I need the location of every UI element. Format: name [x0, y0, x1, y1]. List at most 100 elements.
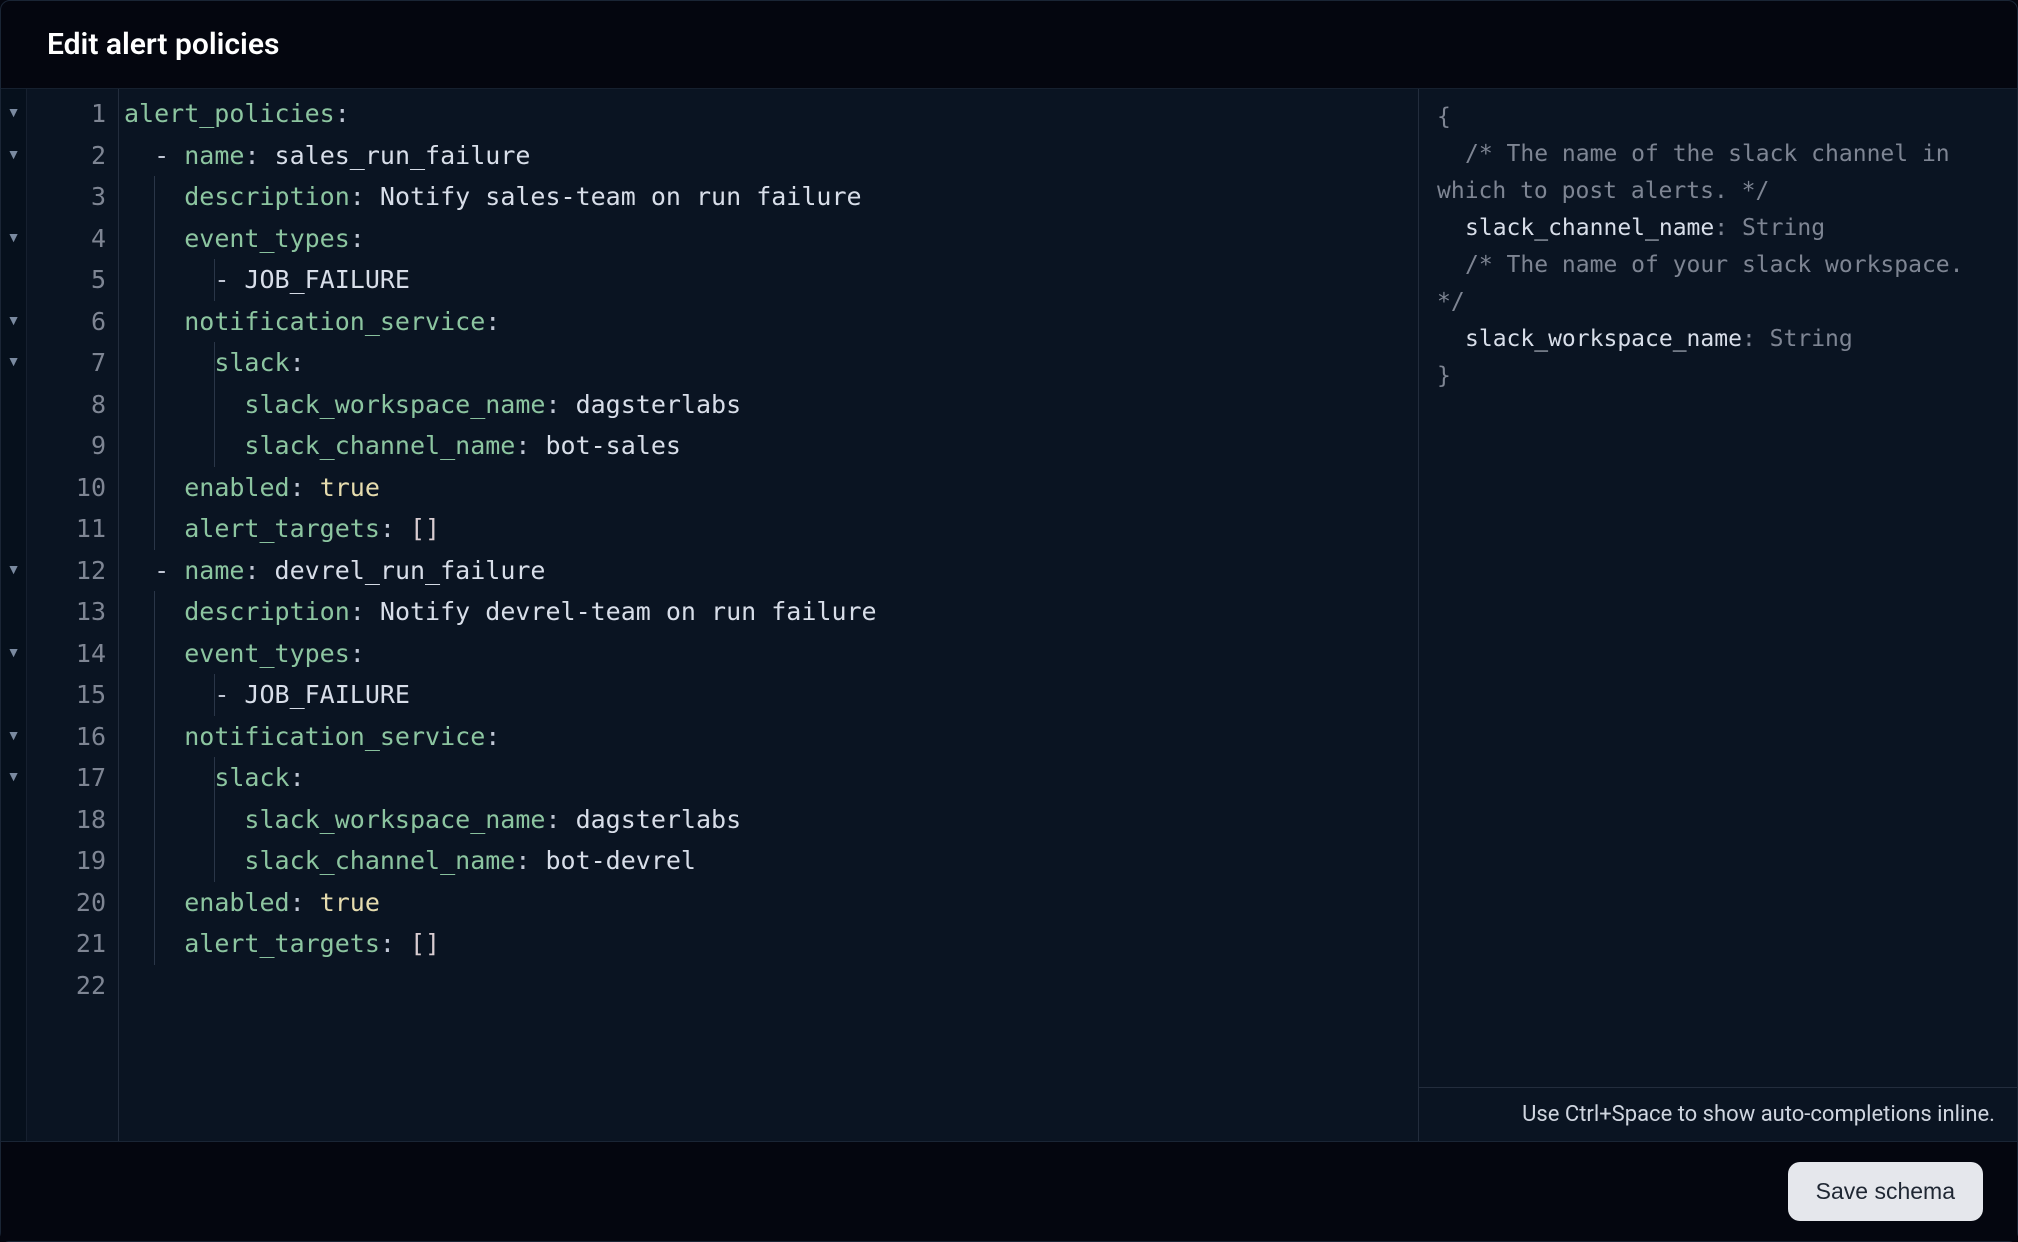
schema-comment: /* The name of the slack channel in whic… [1437, 141, 1964, 204]
indent-guide [154, 633, 155, 675]
code-line[interactable]: slack_channel_name: bot-devrel [119, 840, 1418, 882]
line-number: 18 [27, 799, 118, 841]
schema-body: { /* The name of the slack channel in wh… [1419, 89, 2017, 1087]
line-number: 7 [27, 342, 118, 384]
token-punc: : [515, 431, 545, 460]
footer: Save schema [1, 1141, 2017, 1241]
code-line[interactable]: - name: sales_run_failure [119, 135, 1418, 177]
schema-brace-open: { [1437, 104, 1451, 130]
code-line[interactable]: - JOB_FAILURE [119, 674, 1418, 716]
fold-toggle[interactable]: ▼ [1, 550, 26, 592]
fold-toggle [1, 425, 26, 467]
indent-guide [154, 508, 155, 550]
line-number: 16 [27, 716, 118, 758]
fold-toggle[interactable]: ▼ [1, 301, 26, 343]
token-key: alert_targets [184, 929, 380, 958]
line-number: 6 [27, 301, 118, 343]
fold-toggle[interactable]: ▼ [1, 757, 26, 799]
fold-toggle[interactable]: ▼ [1, 218, 26, 260]
code-line[interactable]: event_types: [119, 218, 1418, 260]
token-key: enabled [184, 888, 289, 917]
code-line[interactable]: notification_service: [119, 716, 1418, 758]
code-line[interactable]: alert_policies: [119, 93, 1418, 135]
line-number: 4 [27, 218, 118, 260]
code-line[interactable]: alert_targets: [] [119, 923, 1418, 965]
code-line[interactable]: - name: devrel_run_failure [119, 550, 1418, 592]
token-punc: : [290, 888, 320, 917]
app-root: Edit alert policies ▼▼▼▼▼▼▼▼▼ 1234567891… [0, 0, 2018, 1242]
fold-toggle [1, 965, 26, 1007]
line-number: 19 [27, 840, 118, 882]
fold-toggle[interactable]: ▼ [1, 716, 26, 758]
schema-type: String [1742, 215, 1825, 241]
code-line[interactable]: slack_channel_name: bot-sales [119, 425, 1418, 467]
token-str: dagsterlabs [576, 390, 742, 419]
token-punc: : [244, 556, 274, 585]
indent-guide [154, 342, 155, 384]
code-editor[interactable]: alert_policies: - name: sales_run_failur… [119, 89, 1418, 1141]
indent-guide [154, 384, 155, 426]
token-key: description [184, 182, 350, 211]
token-punc: : [380, 514, 410, 543]
indent-guide [154, 425, 155, 467]
line-number: 2 [27, 135, 118, 177]
indent-guide [154, 882, 155, 924]
token-dash: - [154, 141, 184, 170]
token-brack: [] [410, 929, 440, 958]
code-line[interactable]: slack_workspace_name: dagsterlabs [119, 799, 1418, 841]
indent-guide [154, 301, 155, 343]
fold-toggle[interactable]: ▼ [1, 342, 26, 384]
fold-toggle[interactable]: ▼ [1, 93, 26, 135]
token-key: event_types [184, 224, 350, 253]
fold-toggle [1, 882, 26, 924]
code-line[interactable]: description: Notify devrel-team on run f… [119, 591, 1418, 633]
code-line[interactable]: - JOB_FAILURE [119, 259, 1418, 301]
code-line[interactable]: notification_service: [119, 301, 1418, 343]
fold-toggle [1, 923, 26, 965]
token-punc: : [515, 846, 545, 875]
indent-guide [154, 840, 155, 882]
indent-guide [154, 259, 155, 301]
autocomplete-hint: Use Ctrl+Space to show auto-completions … [1419, 1087, 2017, 1141]
fold-toggle [1, 591, 26, 633]
editor-pane: ▼▼▼▼▼▼▼▼▼ 123456789101112131415161718192… [1, 89, 1419, 1141]
token-punc: : [350, 639, 365, 668]
fold-toggle[interactable]: ▼ [1, 633, 26, 675]
fold-toggle [1, 799, 26, 841]
code-line[interactable]: enabled: true [119, 882, 1418, 924]
line-number: 5 [27, 259, 118, 301]
token-str: Notify devrel-team on run failure [380, 597, 877, 626]
fold-toggle [1, 176, 26, 218]
line-number: 14 [27, 633, 118, 675]
save-schema-button[interactable]: Save schema [1788, 1162, 1983, 1221]
token-str: Notify sales-team on run failure [380, 182, 862, 211]
code-line[interactable]: slack_workspace_name: dagsterlabs [119, 384, 1418, 426]
token-punc: : [350, 182, 380, 211]
fold-toggle [1, 508, 26, 550]
code-line[interactable] [119, 965, 1418, 1007]
token-key: description [184, 597, 350, 626]
token-punc: : [485, 307, 500, 336]
token-key: slack_workspace_name [244, 390, 545, 419]
code-line[interactable]: description: Notify sales-team on run fa… [119, 176, 1418, 218]
code-line[interactable]: enabled: true [119, 467, 1418, 509]
code-line[interactable]: alert_targets: [] [119, 508, 1418, 550]
token-dash: - [214, 680, 244, 709]
token-key: alert_targets [184, 514, 380, 543]
fold-toggle[interactable]: ▼ [1, 135, 26, 177]
schema-brace-close: } [1437, 363, 1451, 389]
indent-guide [154, 218, 155, 260]
indent-guide [214, 342, 215, 384]
token-str: devrel_run_failure [275, 556, 546, 585]
indent-guide [154, 467, 155, 509]
token-key: notification_service [184, 722, 485, 751]
code-line[interactable]: slack: [119, 757, 1418, 799]
indent-guide [154, 923, 155, 965]
token-key: alert_policies [124, 99, 335, 128]
body: ▼▼▼▼▼▼▼▼▼ 123456789101112131415161718192… [1, 89, 2017, 1141]
code-line[interactable]: slack: [119, 342, 1418, 384]
token-key: slack [214, 763, 289, 792]
token-key: notification_service [184, 307, 485, 336]
token-key: event_types [184, 639, 350, 668]
code-line[interactable]: event_types: [119, 633, 1418, 675]
